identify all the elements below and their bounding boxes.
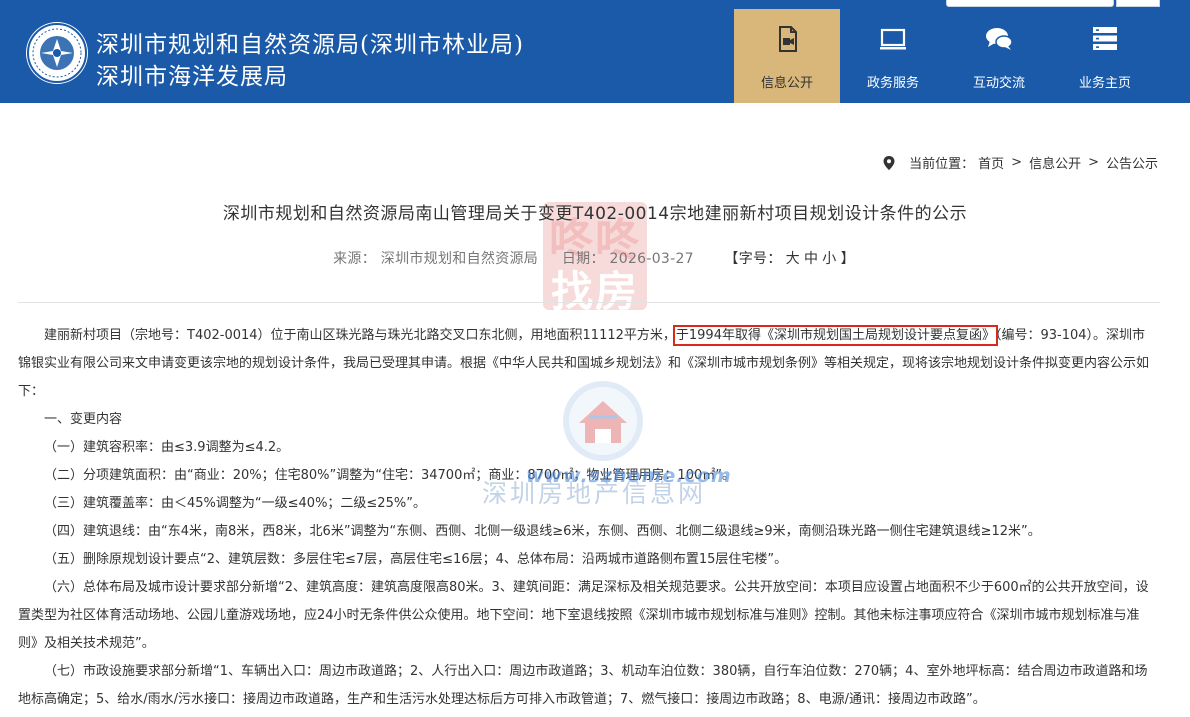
nav-info-disclosure[interactable]: 信息公开 xyxy=(734,9,840,103)
nav-label: 政务服务 xyxy=(866,76,919,91)
list-item: （二）分项建筑面积：由“商业：20%；住宅80%”调整为“住宅：34700㎡；商… xyxy=(44,468,735,483)
font-size-medium[interactable]: 中 xyxy=(804,251,818,267)
site-title-secondary: 深圳市海洋发展局 xyxy=(96,64,288,90)
site-header: 深圳市规划和自然资源局(深圳市林业局) 深圳市海洋发展局 信息公开 政务服务 互… xyxy=(0,0,1190,103)
nav-label: 信息公开 xyxy=(760,76,813,91)
location-pin-icon xyxy=(883,155,895,170)
source-value: 深圳市规划和自然资源局 xyxy=(380,251,539,267)
list-item: （六）总体布局及城市设计要求部分新增“2、建筑高度：建筑高度限高80米。3、建筑… xyxy=(18,580,1149,651)
highlighted-text: 于1994年取得《深圳市规划国土局规划设计要点复函》 xyxy=(672,325,998,346)
font-size-suffix: 】 xyxy=(840,251,855,267)
breadcrumb-prefix: 当前位置： xyxy=(909,157,975,172)
font-size-prefix: 【字号： xyxy=(724,251,782,267)
search-box[interactable] xyxy=(946,0,1114,7)
breadcrumb: 当前位置： 首页 > 信息公开 > 公告公示 xyxy=(883,153,1158,172)
date-value: 2026-03-27 xyxy=(609,251,694,267)
section-heading: 一、变更内容 xyxy=(44,412,123,427)
nav-label: 互动交流 xyxy=(972,76,1025,91)
breadcrumb-separator: > xyxy=(1088,155,1099,170)
article-title: 深圳市规划和自然资源局南山管理局关于变更T402-0014宗地建丽新村项目规划设… xyxy=(222,204,968,224)
breadcrumb-info-disclosure[interactable]: 信息公开 xyxy=(1029,153,1081,172)
breadcrumb-notices[interactable]: 公告公示 xyxy=(1106,153,1158,172)
list-item: （三）建筑覆盖率：由＜45%调整为“一级≤40%；二级≤25%”。 xyxy=(44,496,426,511)
list-item: （一）建筑容积率：由≤3.9调整为≤4.2。 xyxy=(44,440,290,455)
chat-bubbles-icon xyxy=(986,28,1013,50)
intro-text: 建丽新村项目（宗地号：T402-0014）位于南山区珠光路与珠光北路交叉口东北侧… xyxy=(44,328,676,343)
divider xyxy=(18,302,1160,303)
city-emblem-logo[interactable] xyxy=(26,22,88,84)
source-label: 来源： xyxy=(333,251,377,267)
monitor-icon xyxy=(880,28,906,50)
intro-paragraph: 建丽新村项目（宗地号：T402-0014）位于南山区珠光路与珠光北路交叉口东北侧… xyxy=(18,322,1158,406)
nav-government-services[interactable]: 政务服务 xyxy=(840,9,946,103)
search-button[interactable] xyxy=(1116,0,1160,7)
breadcrumb-separator: > xyxy=(1011,155,1023,170)
list-item: （四）建筑退线：由“东4米，南8米，西8米，北6米”调整为“东侧、西侧、北侧一级… xyxy=(44,524,1041,539)
nav-business-home[interactable]: 业务主页 xyxy=(1052,9,1158,103)
article-meta: 来源： 深圳市规划和自然资源局 日期： 2026-03-27 【字号：大中小】 xyxy=(0,248,1190,268)
server-stack-icon xyxy=(1093,27,1117,50)
font-size-large[interactable]: 大 xyxy=(786,251,800,267)
nav-label: 业务主页 xyxy=(1078,76,1131,91)
document-video-icon xyxy=(779,26,797,52)
nav-interaction[interactable]: 互动交流 xyxy=(946,9,1052,103)
date-label: 日期： xyxy=(561,251,605,267)
article-body: 建丽新村项目（宗地号：T402-0014）位于南山区珠光路与珠光北路交叉口东北侧… xyxy=(18,322,1158,714)
list-item: （七）市政设施要求部分新增“1、车辆出入口：周边市政道路；2、人行出入口：周边市… xyxy=(18,664,1148,707)
list-item: （五）删除原规划设计要点“2、建筑层数：多层住宅≤7层，高层住宅≤16层；4、总… xyxy=(44,552,788,567)
main-nav: 信息公开 政务服务 互动交流 业务主页 xyxy=(734,9,1158,103)
font-size-control: 【字号：大中小】 xyxy=(722,251,856,267)
site-title-primary: 深圳市规划和自然资源局(深圳市林业局) xyxy=(96,32,524,58)
font-size-small[interactable]: 小 xyxy=(822,251,836,267)
breadcrumb-home[interactable]: 首页 xyxy=(978,153,1004,172)
